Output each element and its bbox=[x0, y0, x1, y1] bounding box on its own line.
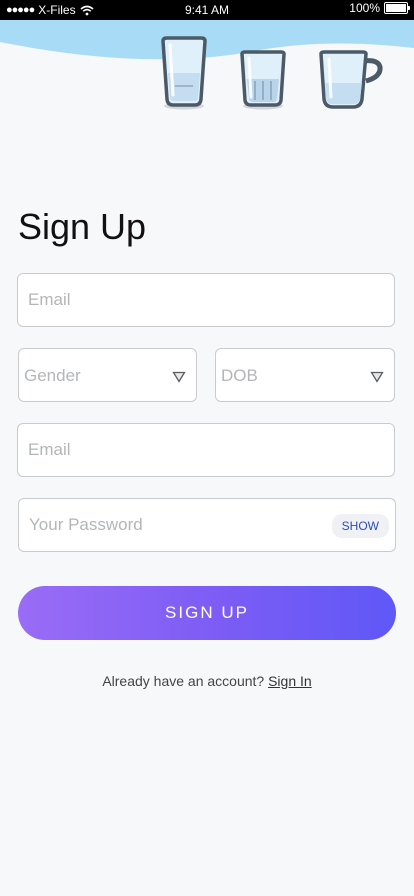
sign-in-link[interactable]: Sign In bbox=[268, 673, 312, 689]
email-confirm-field[interactable] bbox=[17, 423, 395, 477]
chevron-down-icon bbox=[370, 371, 384, 383]
status-right: 100% bbox=[349, 1, 410, 15]
show-password-button[interactable]: SHOW bbox=[331, 514, 389, 538]
email-confirm-input[interactable] bbox=[18, 424, 394, 476]
dob-select[interactable]: DOB bbox=[215, 348, 395, 402]
signin-prompt: Already have an account? Sign In bbox=[0, 673, 414, 689]
status-bar: ●●●●● X-Files 9:41 AM 100% bbox=[0, 0, 414, 20]
dob-label: DOB bbox=[221, 366, 258, 385]
signin-prompt-text: Already have an account? bbox=[102, 673, 265, 689]
email-input[interactable] bbox=[18, 274, 394, 326]
battery-icon bbox=[384, 2, 410, 14]
tall-glass-icon bbox=[161, 36, 207, 110]
mug-icon bbox=[319, 50, 383, 109]
gender-label: Gender bbox=[24, 366, 81, 385]
email-field[interactable] bbox=[17, 273, 395, 327]
page-title: Sign Up bbox=[18, 206, 147, 247]
battery-percent: 100% bbox=[349, 1, 380, 15]
sign-up-button[interactable]: SIGN UP bbox=[18, 586, 396, 640]
chevron-down-icon bbox=[172, 371, 186, 383]
password-field[interactable]: SHOW bbox=[18, 498, 396, 552]
tumbler-glass-icon bbox=[240, 50, 286, 110]
gender-select[interactable]: Gender bbox=[18, 348, 197, 402]
